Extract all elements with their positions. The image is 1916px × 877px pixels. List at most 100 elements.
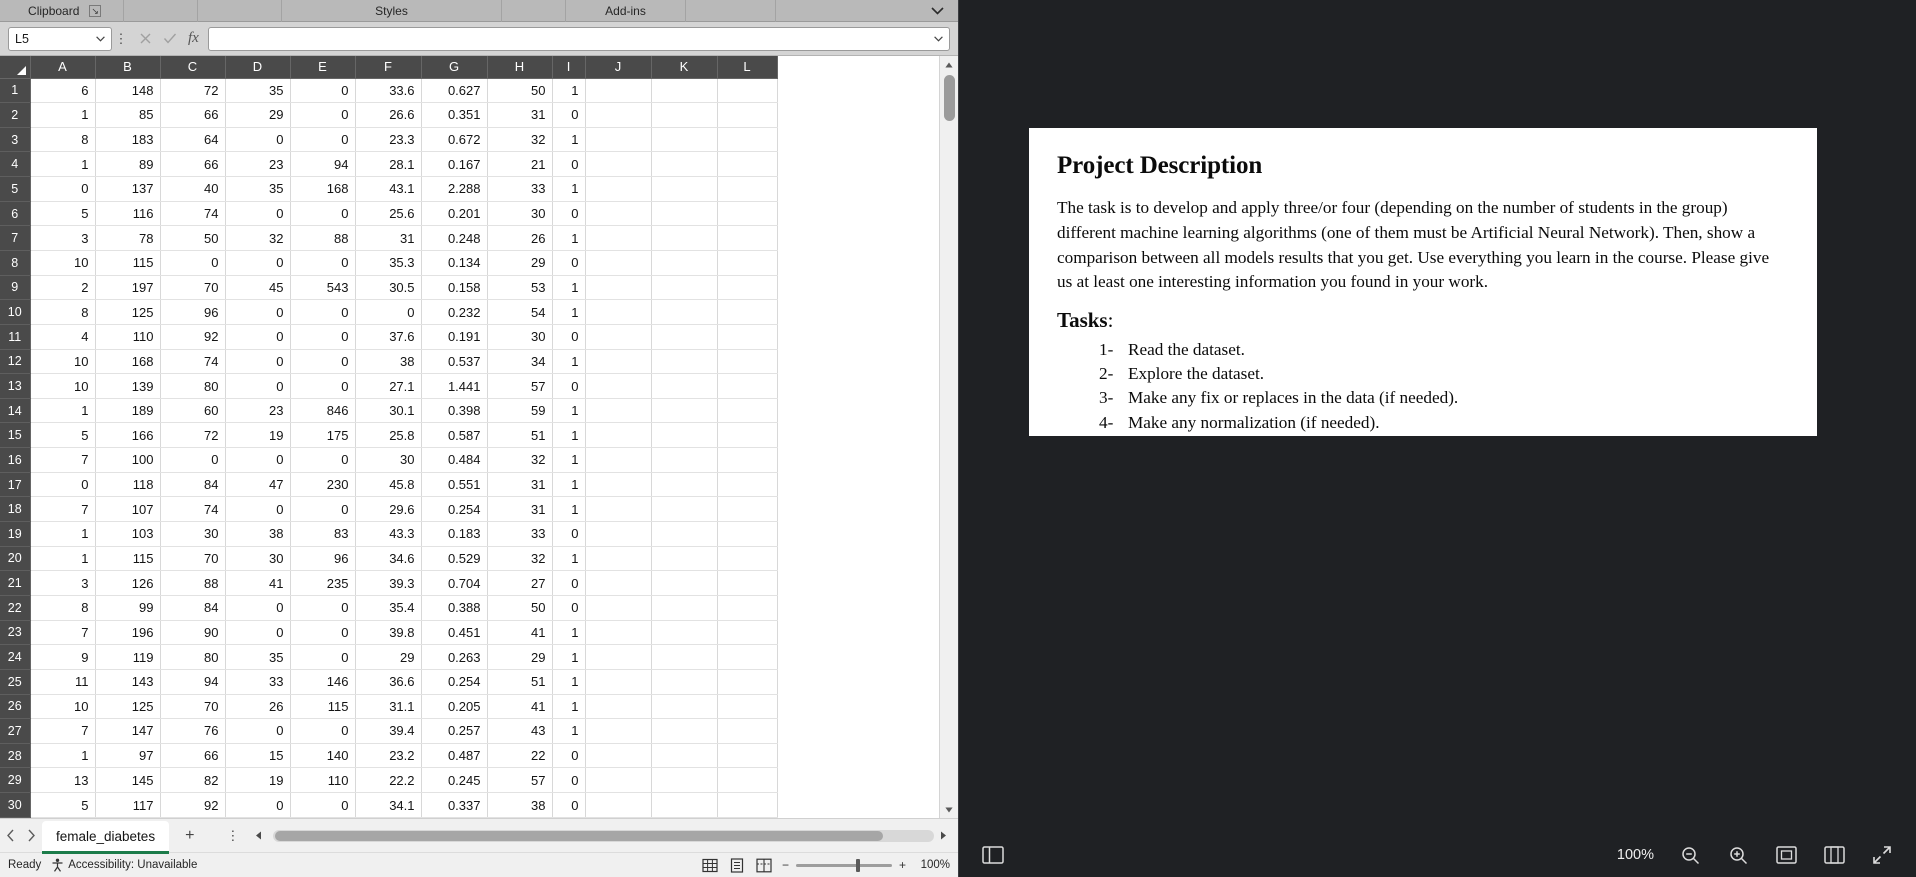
column-header-e[interactable]: E bbox=[290, 56, 356, 79]
cell-A13[interactable]: 10 bbox=[30, 373, 96, 399]
row-header[interactable]: 30 bbox=[0, 792, 31, 818]
cell-L7[interactable] bbox=[717, 225, 778, 251]
cell-I30[interactable]: 0 bbox=[552, 792, 586, 818]
name-box[interactable]: L5 bbox=[8, 26, 112, 51]
row-header[interactable]: 14 bbox=[0, 398, 31, 424]
cell-H27[interactable]: 43 bbox=[487, 718, 553, 744]
column-header-c[interactable]: C bbox=[160, 56, 226, 79]
cell-F28[interactable]: 23.2 bbox=[355, 743, 422, 769]
cell-H18[interactable]: 31 bbox=[487, 496, 553, 523]
cell-A3[interactable]: 8 bbox=[30, 127, 96, 153]
cell-F20[interactable]: 34.6 bbox=[355, 546, 422, 572]
table-row[interactable]: 28 1 97 66 15 140 23.2 0.487 22 0 bbox=[0, 743, 778, 769]
row-header[interactable]: 11 bbox=[0, 324, 31, 350]
row-header[interactable]: 3 bbox=[0, 127, 31, 153]
cell-K19[interactable] bbox=[651, 521, 718, 547]
cell-E23[interactable]: 0 bbox=[290, 620, 356, 646]
cell-G15[interactable]: 0.587 bbox=[421, 422, 488, 449]
cell-L17[interactable] bbox=[717, 472, 778, 498]
zoom-out-button[interactable]: − bbox=[782, 858, 789, 872]
cell-L1[interactable] bbox=[717, 78, 778, 104]
cell-L14[interactable] bbox=[717, 398, 778, 424]
cell-B9[interactable]: 197 bbox=[95, 275, 161, 301]
cell-C8[interactable]: 0 bbox=[160, 250, 226, 276]
cell-L12[interactable] bbox=[717, 349, 778, 375]
spreadsheet-table[interactable]: A B C D E F G H I J K L 1 6 148 72 35 0 … bbox=[0, 56, 778, 818]
row-header[interactable]: 2 bbox=[0, 102, 31, 128]
row-header[interactable]: 7 bbox=[0, 225, 31, 251]
cell-D21[interactable]: 41 bbox=[225, 570, 291, 596]
cell-G21[interactable]: 0.704 bbox=[421, 570, 488, 596]
column-header-d[interactable]: D bbox=[225, 56, 291, 79]
dialog-launcher-icon[interactable]: ↘ bbox=[89, 4, 101, 17]
cell-K7[interactable] bbox=[651, 225, 718, 251]
cell-D14[interactable]: 23 bbox=[225, 398, 291, 424]
cell-A2[interactable]: 1 bbox=[30, 102, 96, 128]
cell-E28[interactable]: 140 bbox=[290, 743, 356, 769]
cell-K26[interactable] bbox=[651, 694, 718, 720]
cell-C10[interactable]: 96 bbox=[160, 299, 226, 325]
chevron-down-icon[interactable] bbox=[934, 35, 943, 42]
cell-G9[interactable]: 0.158 bbox=[421, 275, 488, 301]
cell-J26[interactable] bbox=[585, 694, 652, 720]
cell-J2[interactable] bbox=[585, 102, 652, 128]
cell-I25[interactable]: 1 bbox=[552, 669, 586, 695]
row-header[interactable]: 4 bbox=[0, 151, 31, 178]
cell-I16[interactable]: 1 bbox=[552, 447, 586, 473]
cell-C12[interactable]: 74 bbox=[160, 349, 226, 375]
cell-A25[interactable]: 11 bbox=[30, 669, 96, 695]
cell-B4[interactable]: 89 bbox=[95, 151, 161, 178]
cell-F25[interactable]: 36.6 bbox=[355, 669, 422, 695]
chevron-right-icon[interactable] bbox=[27, 829, 36, 842]
cell-I12[interactable]: 1 bbox=[552, 349, 586, 375]
column-header-g[interactable]: G bbox=[421, 56, 488, 79]
cell-A8[interactable]: 10 bbox=[30, 250, 96, 276]
cell-G23[interactable]: 0.451 bbox=[421, 620, 488, 646]
cell-F2[interactable]: 26.6 bbox=[355, 102, 422, 128]
cell-A21[interactable]: 3 bbox=[30, 570, 96, 596]
cell-C21[interactable]: 88 bbox=[160, 570, 226, 596]
cell-B12[interactable]: 168 bbox=[95, 349, 161, 375]
cell-G10[interactable]: 0.232 bbox=[421, 299, 488, 325]
cell-A29[interactable]: 13 bbox=[30, 767, 96, 794]
cell-L6[interactable] bbox=[717, 201, 778, 227]
cell-A17[interactable]: 0 bbox=[30, 472, 96, 498]
row-header[interactable]: 1 bbox=[0, 78, 31, 104]
cell-H1[interactable]: 50 bbox=[487, 78, 553, 104]
cell-J24[interactable] bbox=[585, 644, 652, 670]
cell-J23[interactable] bbox=[585, 620, 652, 646]
cell-H17[interactable]: 31 bbox=[487, 472, 553, 498]
cell-K12[interactable] bbox=[651, 349, 718, 375]
cell-F11[interactable]: 37.6 bbox=[355, 324, 422, 350]
cell-C27[interactable]: 76 bbox=[160, 718, 226, 744]
cell-K3[interactable] bbox=[651, 127, 718, 153]
cell-C22[interactable]: 84 bbox=[160, 595, 226, 621]
triangle-down-icon[interactable] bbox=[939, 801, 958, 818]
cell-G17[interactable]: 0.551 bbox=[421, 472, 488, 498]
cell-D4[interactable]: 23 bbox=[225, 151, 291, 178]
cell-J25[interactable] bbox=[585, 669, 652, 695]
cell-L13[interactable] bbox=[717, 373, 778, 399]
table-row[interactable]: 5 0 137 40 35 168 43.1 2.288 33 1 bbox=[0, 176, 778, 202]
cell-C9[interactable]: 70 bbox=[160, 275, 226, 301]
cell-B26[interactable]: 125 bbox=[95, 694, 161, 720]
check-icon[interactable] bbox=[163, 32, 177, 45]
fullscreen-icon[interactable] bbox=[1870, 843, 1894, 867]
cell-H29[interactable]: 57 bbox=[487, 767, 553, 794]
cell-F4[interactable]: 28.1 bbox=[355, 151, 422, 178]
cell-E6[interactable]: 0 bbox=[290, 201, 356, 227]
cell-E14[interactable]: 846 bbox=[290, 398, 356, 424]
cell-B19[interactable]: 103 bbox=[95, 521, 161, 547]
cell-H10[interactable]: 54 bbox=[487, 299, 553, 325]
cell-I10[interactable]: 1 bbox=[552, 299, 586, 325]
cell-C19[interactable]: 30 bbox=[160, 521, 226, 547]
cell-J18[interactable] bbox=[585, 496, 652, 523]
cell-G30[interactable]: 0.337 bbox=[421, 792, 488, 818]
cell-A18[interactable]: 7 bbox=[30, 496, 96, 523]
table-row[interactable]: 27 7 147 76 0 0 39.4 0.257 43 1 bbox=[0, 718, 778, 744]
cell-E4[interactable]: 94 bbox=[290, 151, 356, 178]
cell-A30[interactable]: 5 bbox=[30, 792, 96, 818]
cell-B11[interactable]: 110 bbox=[95, 324, 161, 350]
cell-E9[interactable]: 543 bbox=[290, 275, 356, 301]
cell-A27[interactable]: 7 bbox=[30, 718, 96, 744]
